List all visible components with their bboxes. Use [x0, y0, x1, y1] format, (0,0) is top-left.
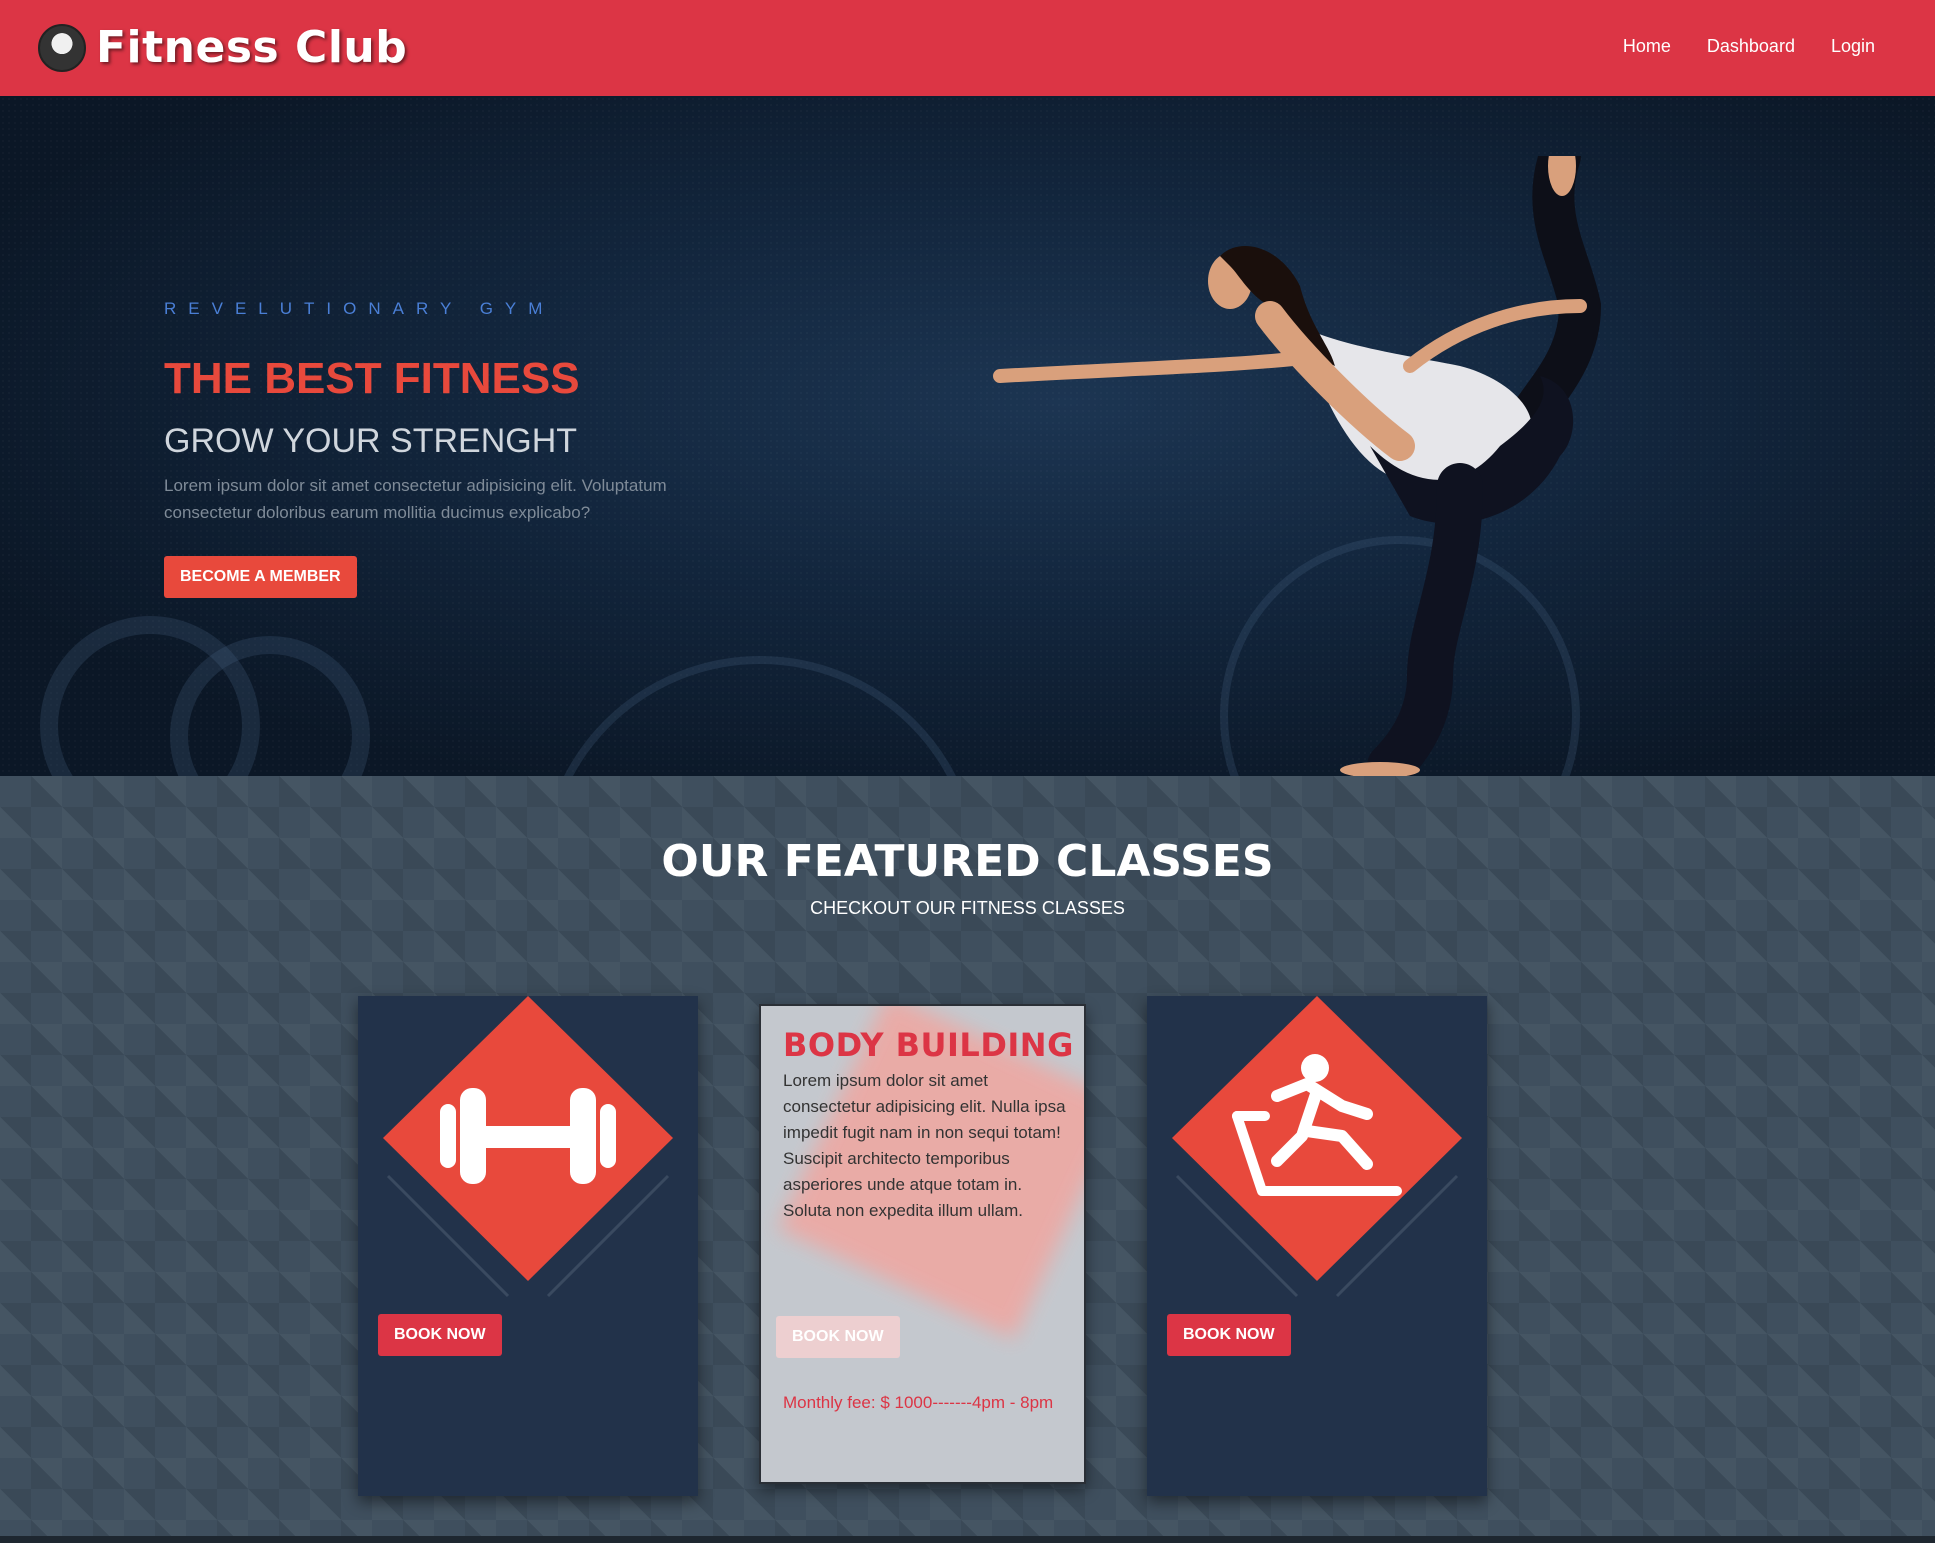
card-description: Lorem ipsum dolor sit amet consectetur a… [783, 1071, 1066, 1220]
section-subtitle: CHECKOUT OUR FITNESS CLASSES [810, 898, 1125, 918]
section-title: OUR FEATURED CLASSES [661, 836, 1274, 887]
nav-login-link[interactable]: Login [1831, 36, 1875, 57]
hero-banner: REVELUTIONARY GYM THE BEST FITNESS GROW … [0, 96, 1935, 776]
become-member-button[interactable]: BECOME A MEMBER [164, 556, 357, 598]
brand[interactable]: Fitness Club [38, 22, 407, 73]
card-fee: Monthly fee: $ 1000-------4pm - 8pm [783, 1393, 1054, 1412]
book-now-button[interactable]: BOOK NOW [378, 1314, 502, 1356]
nav-dashboard-link[interactable]: Dashboard [1707, 36, 1795, 57]
yoga-woman-image [993, 156, 1602, 776]
dumbbell-icon [383, 996, 673, 1298]
brand-logo-icon [38, 23, 86, 72]
hero-subtitle: REVELUTIONARY GYM [164, 299, 555, 318]
nav-home-link[interactable]: Home [1623, 36, 1671, 57]
hero-tagline: GROW YOUR STRENGHT [164, 422, 578, 460]
page-bottom-border [0, 1536, 1935, 1543]
nav-links: Home Dashboard Login [1623, 36, 1875, 57]
book-now-button[interactable]: BOOK NOW [776, 1316, 900, 1358]
book-now-button[interactable]: BOOK NOW [1167, 1314, 1291, 1356]
treadmill-runner-icon [1172, 996, 1462, 1298]
navbar: Fitness Club Home Dashboard Login [0, 0, 1935, 96]
class-card-dumbbell: BOOK NOW [358, 996, 698, 1496]
class-card-cardio: BOOK NOW [1147, 996, 1487, 1496]
hero-title: THE BEST FITNESS [164, 354, 580, 403]
brand-name: Fitness Club [96, 22, 408, 73]
card-title: BODY BUILDING [783, 1026, 1074, 1064]
class-card-body-building: BODY BUILDING Lorem ipsum dolor sit amet… [759, 1004, 1086, 1484]
featured-classes-section: OUR FEATURED CLASSES CHECKOUT OUR FITNES… [0, 776, 1935, 1543]
hero-description: Lorem ipsum dolor sit amet consectetur a… [164, 476, 667, 522]
